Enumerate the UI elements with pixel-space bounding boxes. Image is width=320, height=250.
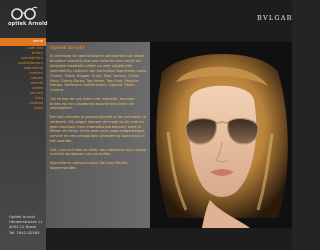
glasses-logo-icon [11,6,38,20]
paragraph: Om te bes zijn wij zeker met nieuwste, d… [50,96,135,111]
left-sidebar: optiek Arnold home over ons brillen zonn… [0,0,49,250]
nav-item-route[interactable]: route [0,106,46,111]
paragraph: Al jarenlang de specialistische opticiwi… [50,54,147,93]
content-body: Al jarenlang de specialistische opticiwi… [50,54,147,174]
paragraph: Dat u zou bril zien ze zitten dan advise… [50,147,146,157]
logo-text: optiek Arnold [8,21,48,27]
woman-sunglasses-photo-icon [150,42,292,228]
main-nav: home over ons brillen zonnebrillen conta… [0,38,46,111]
contact-line: Tel. 2941-42563 [9,229,40,235]
right-margin [292,0,320,250]
nav-item-home[interactable]: home [0,38,46,46]
partner-brand-logo: BVLGARI [257,14,297,22]
content-panel: Optiek Arnold Al jarenlang de specialist… [46,42,150,228]
paragraph: Een bril verbreet je persoonlijkheid of … [50,114,146,144]
page-title: Optiek Arnold [50,46,85,51]
contact-address: Optiek Arnold Heuberstrasse 11 4054 CL B… [9,214,49,235]
logo[interactable]: optiek Arnold [4,6,47,30]
paragraph: Specialist in optische zorne die naar Me… [50,160,129,170]
hero-photo [150,42,292,228]
